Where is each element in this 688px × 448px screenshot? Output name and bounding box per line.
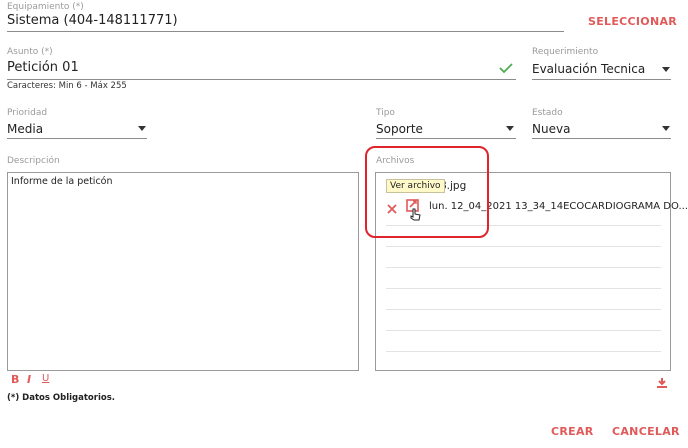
list-divider bbox=[386, 351, 661, 352]
select-equipment-button[interactable]: SELECCIONAR bbox=[588, 15, 677, 28]
tipo-select[interactable]: Soporte bbox=[376, 122, 423, 136]
list-divider bbox=[386, 267, 661, 268]
asunto-underline bbox=[7, 79, 516, 80]
list-divider bbox=[386, 246, 661, 247]
bold-button[interactable]: B bbox=[11, 373, 19, 386]
tipo-label: Tipo bbox=[376, 108, 395, 118]
prioridad-label: Prioridad bbox=[7, 108, 48, 118]
requerimiento-label: Requerimiento bbox=[532, 47, 599, 57]
asunto-hint: Caracteres: Min 6 - Máx 255 bbox=[7, 81, 127, 91]
download-icon[interactable] bbox=[656, 374, 668, 393]
requerimiento-select[interactable]: Evaluación Tecnica bbox=[532, 62, 645, 76]
arrow-drop-down-icon[interactable] bbox=[506, 126, 514, 131]
list-divider bbox=[386, 309, 661, 310]
prioridad-select[interactable]: Media bbox=[7, 122, 43, 136]
arrow-drop-down-icon[interactable] bbox=[662, 67, 670, 72]
requerimiento-underline bbox=[532, 79, 671, 80]
descripcion-label: Descripción bbox=[7, 156, 60, 166]
check-icon bbox=[499, 59, 513, 78]
asunto-input[interactable]: Petición 01 bbox=[7, 60, 79, 75]
list-divider bbox=[386, 330, 661, 331]
prioridad-underline bbox=[7, 138, 147, 139]
descripcion-textarea[interactable]: Informe de la peticón bbox=[7, 172, 359, 371]
estado-label: Estado bbox=[532, 108, 563, 118]
arrow-drop-down-icon[interactable] bbox=[138, 126, 146, 131]
equipamiento-underline bbox=[7, 31, 564, 32]
equipamiento-value[interactable]: Sistema (404-148111771) bbox=[7, 13, 178, 28]
tipo-underline bbox=[376, 138, 516, 139]
italic-button[interactable]: I bbox=[27, 373, 31, 386]
highlight-annotation bbox=[365, 146, 489, 238]
underline-button[interactable]: U bbox=[42, 373, 49, 384]
estado-underline bbox=[532, 138, 671, 139]
estado-select[interactable]: Nueva bbox=[532, 122, 570, 136]
descripcion-text: Informe de la peticón bbox=[11, 176, 113, 187]
list-divider bbox=[386, 288, 661, 289]
required-note: (*) Datos Obligatorios. bbox=[7, 393, 115, 403]
arrow-drop-down-icon[interactable] bbox=[662, 126, 670, 131]
asunto-label: Asunto (*) bbox=[7, 47, 53, 57]
create-button[interactable]: CREAR bbox=[551, 425, 594, 438]
cancel-button[interactable]: CANCELAR bbox=[612, 425, 680, 438]
equipamiento-label: Equipamiento (*) bbox=[7, 2, 84, 12]
